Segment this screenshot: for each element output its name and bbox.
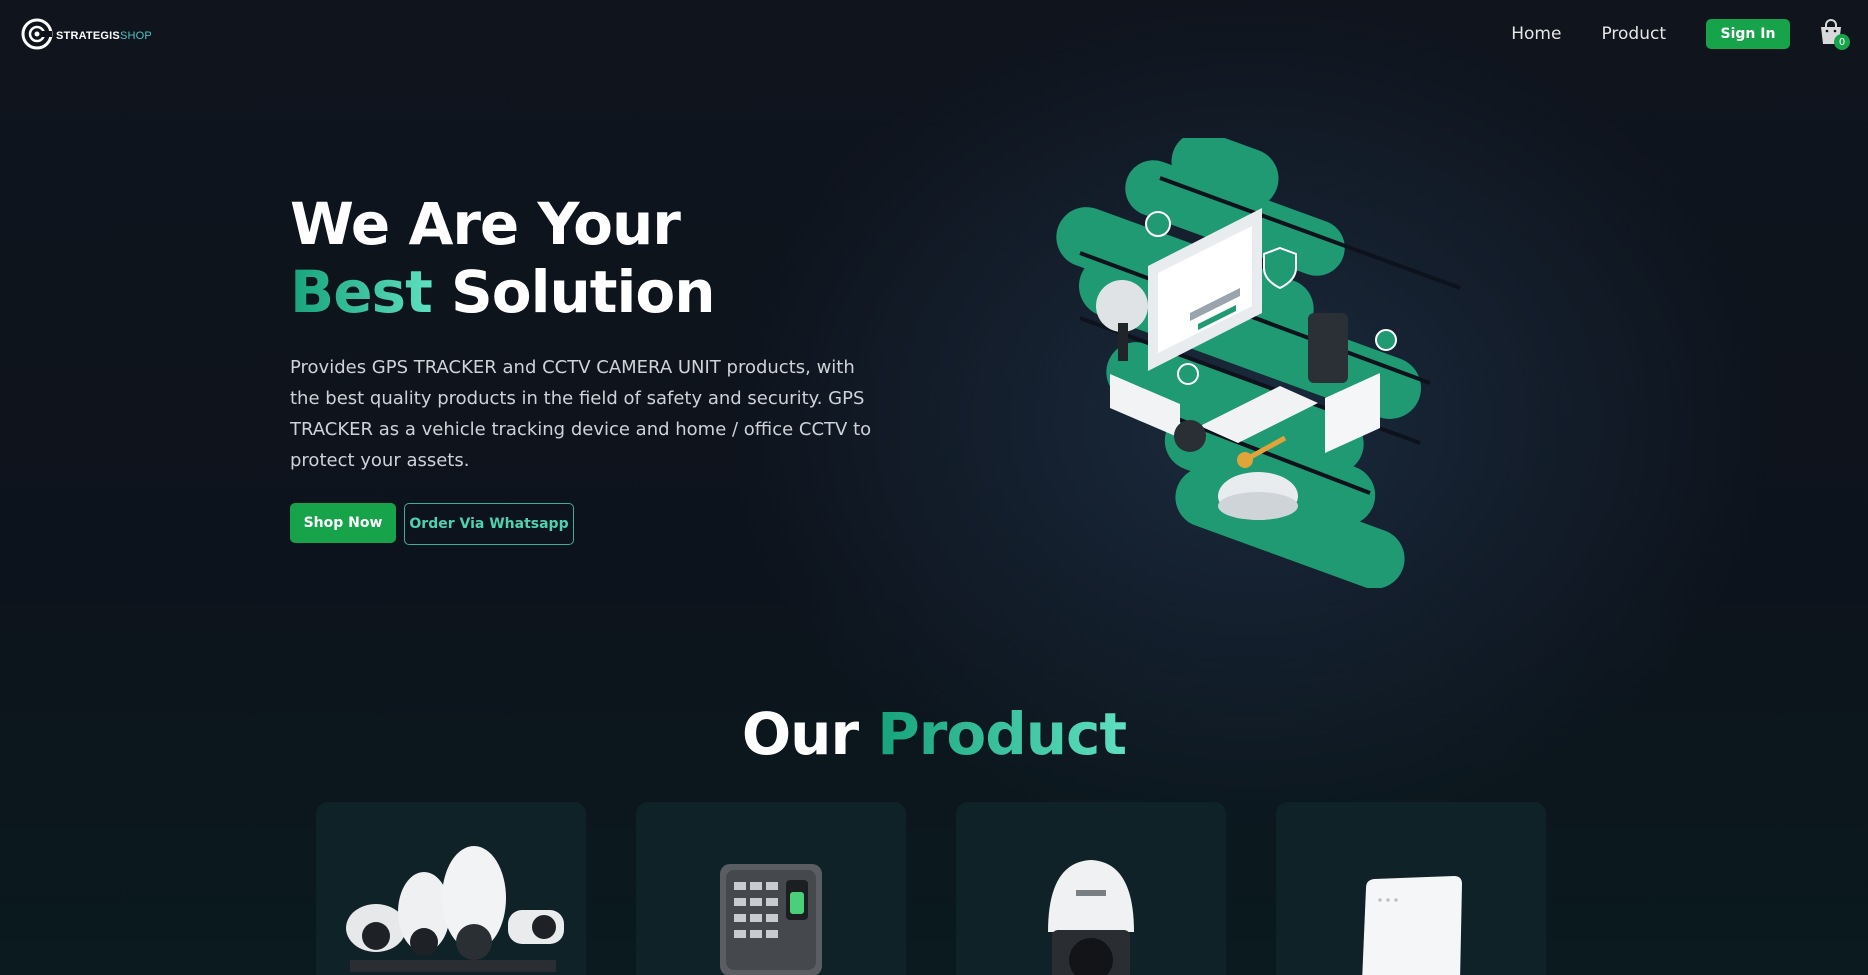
shop-now-button[interactable]: Shop Now bbox=[290, 503, 396, 543]
cart-button[interactable]: 0 bbox=[1818, 18, 1850, 50]
nav-product-link[interactable]: Product bbox=[1601, 24, 1666, 44]
fingerprint-reader-image bbox=[720, 864, 822, 975]
logo-text-secondary: SHOP bbox=[119, 30, 152, 42]
nav-home-link[interactable]: Home bbox=[1511, 24, 1561, 44]
cart-count-badge: 0 bbox=[1834, 34, 1850, 50]
sign-in-button[interactable]: Sign In bbox=[1706, 19, 1790, 49]
product-card[interactable] bbox=[956, 802, 1226, 975]
order-whatsapp-button[interactable]: Order Via Whatsapp bbox=[404, 503, 574, 545]
security-devices-illustration bbox=[1056, 138, 1461, 588]
product-card[interactable] bbox=[1276, 802, 1546, 975]
logo-icon bbox=[21, 18, 53, 50]
nav-menu: Home Product Sign In 0 bbox=[1511, 18, 1850, 50]
cctv-camera-set-image bbox=[346, 846, 564, 972]
our-product-title-main: Our bbox=[741, 700, 878, 768]
logo[interactable]: STRATEGISSHOP bbox=[20, 17, 152, 51]
logo-text: STRATEGISSHOP bbox=[56, 30, 152, 42]
our-product-title: Our Product bbox=[0, 700, 1868, 768]
orbit-router-image bbox=[1362, 876, 1462, 975]
hero-title-accent: Best bbox=[290, 258, 433, 326]
our-product-title-accent: Product bbox=[877, 700, 1127, 768]
page: STRATEGISSHOP Home Product Sign In 0 We … bbox=[0, 0, 1868, 975]
hero-title: We Are Your Best Solution bbox=[290, 190, 716, 326]
hero-title-rest: Solution bbox=[431, 258, 716, 326]
product-card[interactable] bbox=[636, 802, 906, 975]
ptz-dome-camera-image bbox=[1048, 860, 1134, 975]
hero-actions: Shop Now Order Via Whatsapp bbox=[290, 503, 574, 545]
hero-title-line1: We Are Your bbox=[290, 190, 681, 258]
hero-description: Provides GPS TRACKER and CCTV CAMERA UNI… bbox=[290, 357, 872, 471]
navbar: STRATEGISSHOP Home Product Sign In 0 bbox=[0, 0, 1868, 68]
product-card[interactable] bbox=[316, 802, 586, 975]
logo-text-primary: STRATEGIS bbox=[56, 30, 120, 42]
